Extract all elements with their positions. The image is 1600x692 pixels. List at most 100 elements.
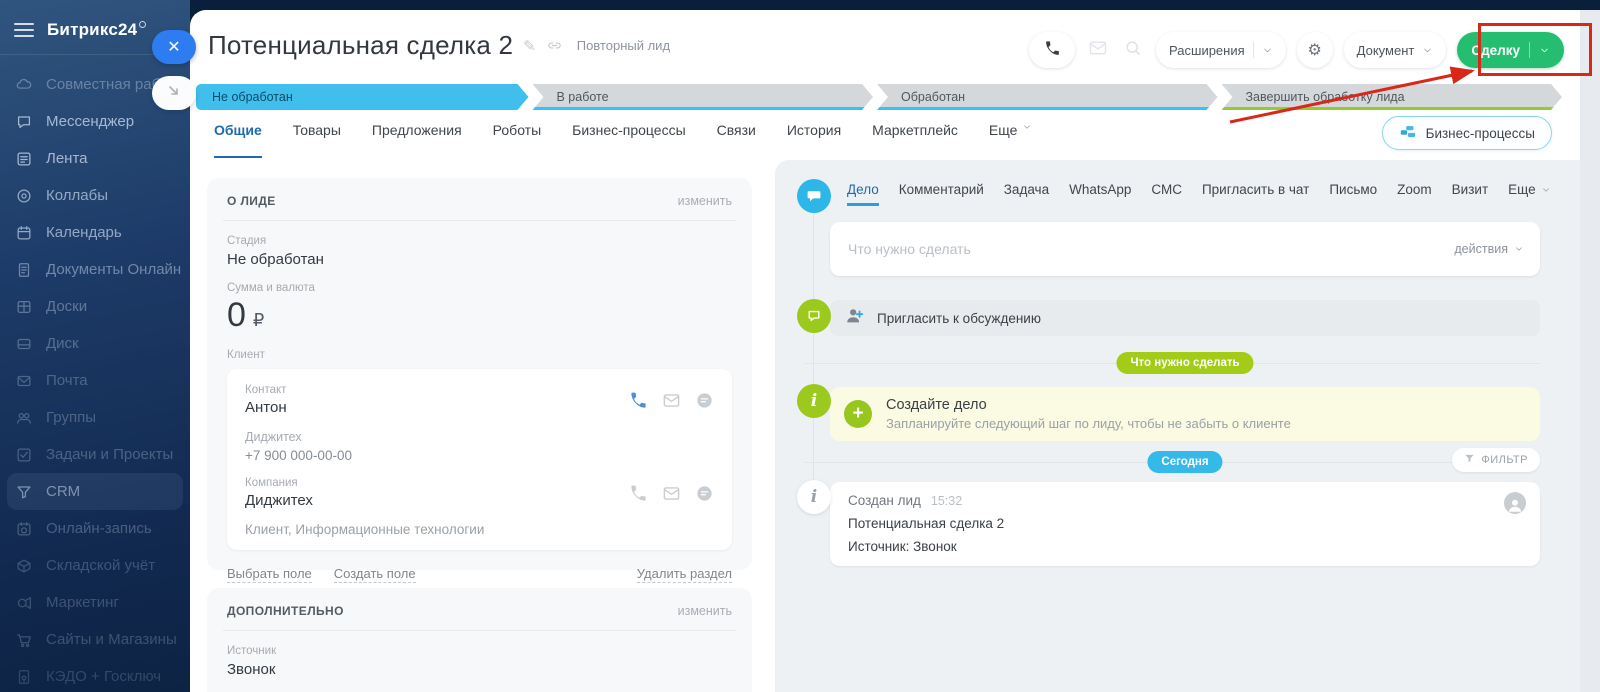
entry-lead-name[interactable]: Потенциальная сделка 2: [848, 516, 1522, 531]
tab-business-processes[interactable]: Бизнес-процессы: [572, 122, 685, 152]
call-contact-icon[interactable]: [629, 391, 648, 410]
settings-button[interactable]: ⚙: [1297, 32, 1333, 68]
sidebar-item-boards[interactable]: Доски: [0, 288, 190, 325]
timeline-column: i i Дело Комментарий Задача WhatsApp СМС…: [775, 160, 1580, 692]
call-company-icon[interactable]: [629, 484, 648, 503]
tasks-icon: [14, 445, 34, 465]
calendar-icon: [14, 223, 34, 243]
timeline-entry-lead-created[interactable]: Создан лид 15:32 Потенциальная сделка 2 …: [830, 482, 1540, 566]
copy-link-icon[interactable]: [546, 37, 563, 54]
edit-section-link[interactable]: изменить: [678, 194, 732, 208]
contact-name[interactable]: Антон: [245, 399, 287, 416]
sidebar-item-kedo[interactable]: КЭДО + Госключ: [0, 658, 190, 692]
app-logo[interactable]: Битрикс24: [47, 20, 146, 40]
hamburger-menu-icon[interactable]: [14, 23, 34, 37]
collapse-slider-button[interactable]: [152, 76, 196, 110]
email-company-icon[interactable]: [662, 484, 681, 503]
stage-not-processed[interactable]: Не обработан: [196, 84, 529, 110]
edit-section-link[interactable]: изменить: [678, 604, 732, 618]
entry-title: Создан лид: [848, 493, 921, 508]
sidebar-item-inventory[interactable]: Складской учёт: [0, 547, 190, 584]
page-title: Потенциальная сделка 2: [208, 30, 513, 61]
activity-tab-more[interactable]: Еще: [1508, 182, 1550, 197]
tab-robots[interactable]: Роботы: [493, 122, 541, 152]
create-field-link[interactable]: Создать поле: [334, 566, 416, 583]
tab-marketplace[interactable]: Маркетплейс: [872, 122, 958, 152]
contact-phone[interactable]: +7 900 000-00-00: [245, 448, 714, 463]
email-button[interactable]: [1086, 38, 1110, 63]
email-contact-icon[interactable]: [662, 391, 681, 410]
activity-tab-task[interactable]: Задача: [1004, 182, 1049, 197]
repeat-lead-badge: Повторный лид: [577, 38, 670, 53]
hint-title[interactable]: Создайте дело: [886, 397, 1291, 413]
tab-quotes[interactable]: Предложения: [372, 122, 462, 152]
activity-tab-sms[interactable]: СМС: [1151, 182, 1182, 197]
document-dropdown[interactable]: Документ: [1344, 32, 1447, 68]
add-todo-icon[interactable]: +: [844, 400, 872, 428]
chevron-down-icon: [1541, 182, 1551, 197]
activity-tab-whatsapp[interactable]: WhatsApp: [1069, 182, 1131, 197]
stage-in-progress[interactable]: В работе: [533, 84, 874, 110]
contact-company-label[interactable]: Диджитех: [245, 430, 714, 444]
delete-section-link[interactable]: Удалить раздел: [637, 566, 732, 583]
sidebar-item-groups[interactable]: Группы: [0, 399, 190, 436]
client-card: Контакт Антон Диджитех +7 900 000-00-00 …: [227, 369, 732, 550]
sidebar-item-drive[interactable]: Диск: [0, 325, 190, 362]
stage-field-value[interactable]: Не обработан: [227, 251, 732, 268]
extensions-dropdown[interactable]: Расширения: [1156, 32, 1286, 68]
section-title: О ЛИДЕ: [227, 194, 276, 208]
select-field-link[interactable]: Выбрать поле: [227, 566, 312, 583]
sum-value[interactable]: 0: [227, 296, 246, 335]
activity-tab-letter[interactable]: Письмо: [1329, 182, 1377, 197]
sidebar-item-online-booking[interactable]: Онлайн-запись: [0, 510, 190, 547]
sidebar-item-mail[interactable]: Почта: [0, 362, 190, 399]
sidebar-item-collabs[interactable]: Коллабы: [0, 177, 190, 214]
tab-history[interactable]: История: [787, 122, 841, 152]
create-deal-button[interactable]: Сделку: [1457, 32, 1564, 68]
sidebar-item-marketing[interactable]: Маркетинг: [0, 584, 190, 621]
business-processes-button[interactable]: Бизнес-процессы: [1382, 116, 1552, 150]
sidebar-item-sites[interactable]: Сайты и Магазины: [0, 621, 190, 658]
chevron-down-icon: [1022, 122, 1032, 132]
collapse-icon: [166, 83, 182, 104]
stage-finish-processing[interactable]: Завершить обработку лида: [1222, 84, 1563, 110]
source-field-value[interactable]: Звонок: [227, 661, 732, 678]
stage-processed[interactable]: Обработан: [877, 84, 1218, 110]
sidebar-item-calendar[interactable]: Календарь: [0, 214, 190, 251]
entry-source: Источник: Звонок: [848, 539, 1522, 554]
invite-to-discussion[interactable]: Пригласить к обсуждению: [830, 300, 1540, 336]
booking-icon: [14, 519, 34, 539]
sidebar-item-tasks[interactable]: Задачи и Проекты: [0, 436, 190, 473]
divider: [223, 220, 736, 221]
search-button[interactable]: [1121, 38, 1145, 63]
document-icon: [14, 260, 34, 280]
chat-contact-icon[interactable]: [695, 391, 714, 410]
divider: [1529, 42, 1530, 58]
activity-tab-comment[interactable]: Комментарий: [899, 182, 984, 197]
call-button[interactable]: [1029, 32, 1075, 68]
close-slider-button[interactable]: ✕: [152, 30, 196, 64]
sidebar-item-documents-online[interactable]: Документы Онлайн: [0, 251, 190, 288]
today-badge: Сегодня: [1147, 451, 1222, 473]
sidebar-item-crm[interactable]: CRM: [7, 473, 183, 510]
filter-button[interactable]: ФИЛЬТР: [1452, 448, 1540, 472]
composer-input[interactable]: [830, 241, 1454, 257]
activity-tab-invite-chat[interactable]: Пригласить в чат: [1202, 182, 1309, 197]
tab-products[interactable]: Товары: [293, 122, 341, 152]
collabs-icon: [14, 186, 34, 206]
tab-general[interactable]: Общие: [214, 122, 262, 152]
company-name[interactable]: Диджитех: [245, 492, 313, 509]
tab-connections[interactable]: Связи: [717, 122, 756, 152]
about-lead-section: О ЛИДЕ изменить Стадия Не обработан Сумм…: [207, 178, 752, 570]
activity-tab-visit[interactable]: Визит: [1452, 182, 1488, 197]
activity-tab-zoom[interactable]: Zoom: [1397, 182, 1432, 197]
close-icon: ✕: [167, 37, 180, 57]
sidebar-item-feed[interactable]: Лента: [0, 140, 190, 177]
chat-company-icon[interactable]: [695, 484, 714, 503]
actions-dropdown[interactable]: действия: [1454, 242, 1540, 256]
tab-more[interactable]: Еще: [989, 122, 1033, 152]
edit-title-icon[interactable]: ✎: [523, 37, 536, 55]
activity-tab-todo[interactable]: Дело: [847, 182, 879, 197]
drive-icon: [14, 334, 34, 354]
logo-badge-icon: [139, 21, 146, 28]
